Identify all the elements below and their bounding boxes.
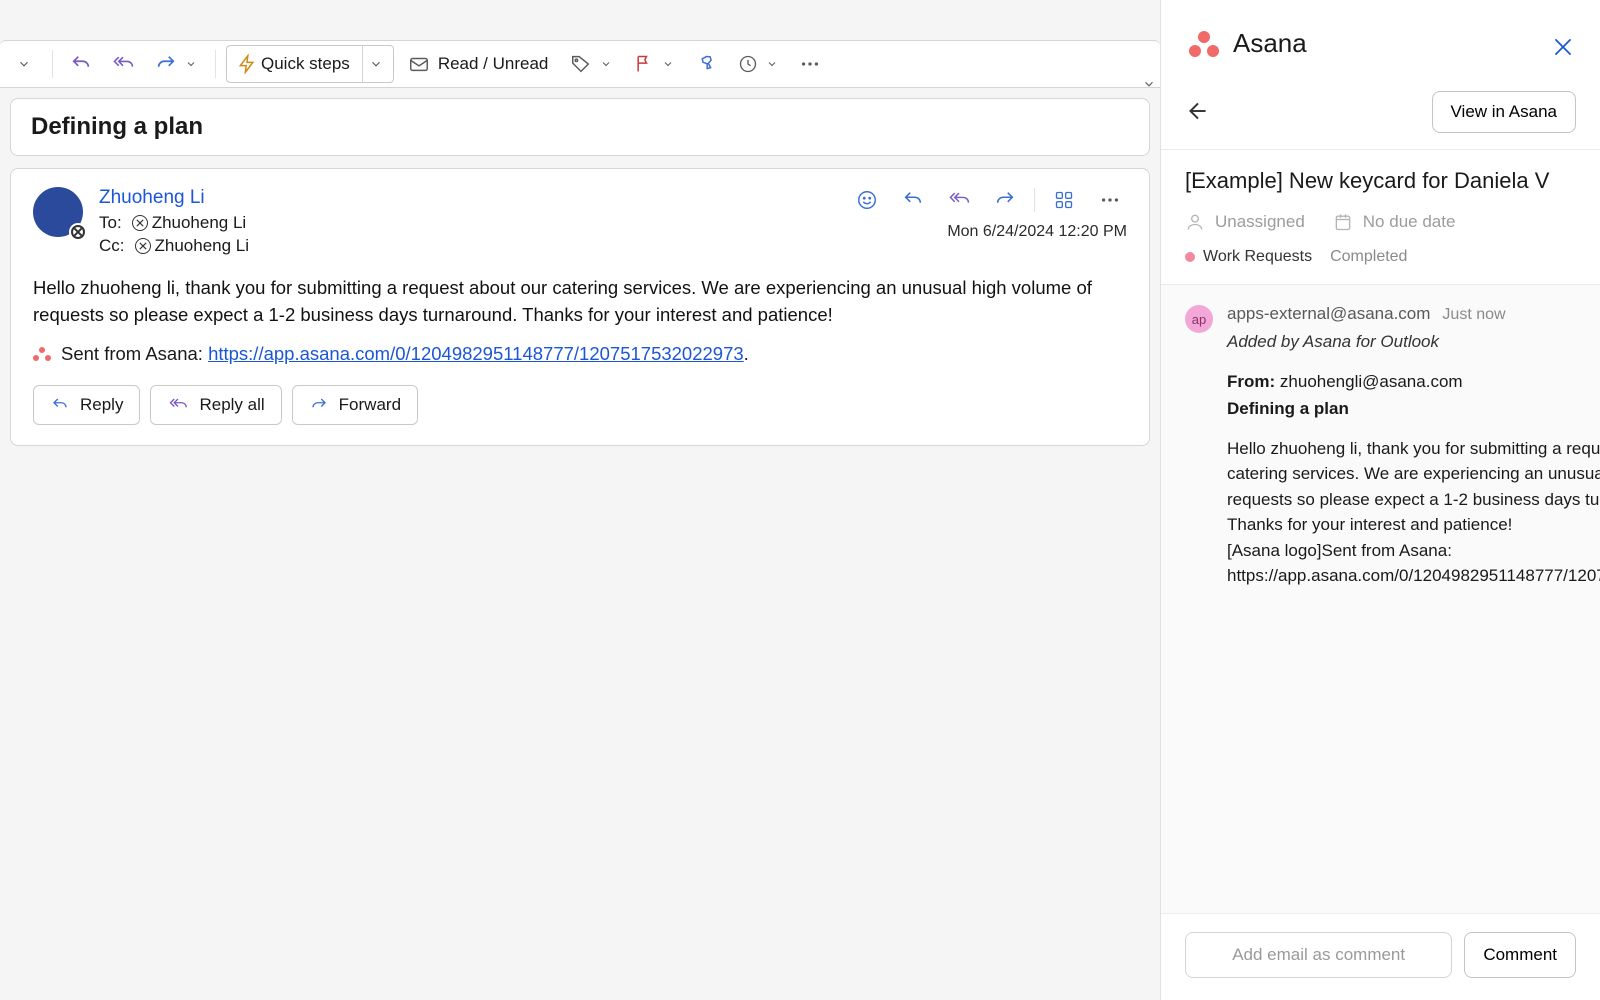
project-name: Work Requests [1203,248,1312,266]
chevron-down-icon[interactable] [362,46,389,82]
vertical-separator [1034,188,1035,212]
cc-recipient-name: Zhuoheng Li [155,236,250,256]
activity-added-by: Added by Asana for Outlook [1227,329,1600,355]
message-body: Hello zhuoheng li, thank you for submitt… [33,275,1127,329]
quick-steps-button[interactable]: Quick steps [226,45,394,83]
activity-from-label: From: [1227,372,1275,391]
toolbar-collapse-chevron[interactable] [1142,77,1156,91]
more-options-button[interactable] [1093,183,1127,217]
outlook-toolbar: Quick steps Read / Unread [0,40,1160,88]
more-options-button[interactable] [792,46,828,82]
react-button[interactable] [850,183,884,217]
project-color-icon [1185,252,1195,262]
cc-recipient-chip[interactable]: Zhuoheng Li [135,236,250,256]
reply-label: Reply [80,395,123,415]
message-footer-actions: Reply Reply all Forward [33,385,1127,425]
asana-logo-icon [33,347,51,361]
toolbar-overflow-left[interactable] [6,46,42,82]
project-badge[interactable]: Work Requests [1185,248,1312,266]
activity-subject: Defining a plan [1227,396,1600,422]
activity-from-value: zhuohengli@asana.com [1280,372,1463,391]
message-header: Zhuoheng Li To: Zhuoheng Li Cc: [33,187,1127,259]
asana-link[interactable]: https://app.asana.com/0/1204982951148777… [208,343,744,364]
activity-author: apps-external@asana.com [1227,301,1430,327]
outlook-reading-pane: Quick steps Read / Unread [0,0,1160,1000]
asana-addin-panel: Asana View in Asana [Example] New keycar… [1160,0,1600,1000]
snooze-button[interactable] [730,46,786,82]
forward-button[interactable] [988,183,1022,217]
asana-logo-icon [1189,31,1219,57]
close-panel-button[interactable] [1550,34,1576,60]
task-title[interactable]: [Example] New keycard for Daniela V [1185,168,1576,194]
assignee-label: Unassigned [1215,212,1305,232]
remove-recipient-icon[interactable] [135,238,151,254]
reply-button[interactable]: Reply [33,385,140,425]
pin-button[interactable] [688,46,724,82]
asana-brand-title: Asana [1233,28,1307,59]
reply-all-button[interactable]: Reply all [150,385,281,425]
apps-button[interactable] [1047,183,1081,217]
due-date-label: No due date [1363,212,1456,232]
flag-button[interactable] [626,46,682,82]
reply-all-button[interactable] [105,46,141,82]
forward-button[interactable] [147,46,205,82]
message-timestamp: Mon 6/24/2024 12:20 PM [947,223,1127,241]
comment-button[interactable]: Comment [1464,932,1576,978]
activity-time: Just now [1442,303,1505,327]
sender-avatar[interactable] [33,187,83,237]
to-recipient-chip[interactable]: Zhuoheng Li [132,213,247,233]
asana-panel-nav: View in Asana [1161,79,1600,150]
task-status[interactable]: Completed [1330,248,1407,266]
sent-from-asana-row: Sent from Asana: https://app.asana.com/0… [33,343,1127,365]
reply-button[interactable] [896,183,930,217]
tag-button[interactable] [562,46,620,82]
asana-panel-header: Asana [1161,0,1600,79]
remove-recipient-icon[interactable] [132,215,148,231]
toolbar-divider [215,50,216,78]
presence-offline-icon [71,225,85,239]
reply-button[interactable] [63,46,99,82]
to-label: To: [99,213,122,233]
reply-all-button[interactable] [942,183,976,217]
read-unread-button[interactable]: Read / Unread [400,46,557,82]
sent-from-period: . [744,343,749,364]
sent-from-prefix: Sent from Asana: [61,343,208,364]
read-unread-label: Read / Unread [438,54,549,74]
presence-badge [69,223,87,241]
activity-sent-line: [Asana logo]Sent from Asana: https://app… [1227,538,1600,589]
message-card: Zhuoheng Li To: Zhuoheng Li Cc: [10,168,1150,446]
back-button[interactable] [1185,98,1213,126]
add-email-as-comment-button[interactable]: Add email as comment [1185,932,1452,978]
forward-button[interactable]: Forward [292,385,418,425]
quick-steps-label: Quick steps [261,54,350,74]
cc-label: Cc: [99,236,125,256]
subject-bar: Defining a plan [10,98,1150,156]
toolbar-divider [52,50,53,78]
email-subject: Defining a plan [31,113,203,140]
to-recipient-name: Zhuoheng Li [152,213,247,233]
forward-label: Forward [339,395,401,415]
activity-item: ap apps-external@asana.com Just now Adde… [1185,301,1576,589]
asana-panel-footer: Add email as comment Comment [1161,913,1600,1000]
task-due-date[interactable]: No due date [1333,212,1456,232]
reply-all-label: Reply all [199,395,264,415]
view-in-asana-button[interactable]: View in Asana [1432,91,1576,133]
activity-avatar: ap [1185,305,1213,333]
message-quick-actions [850,183,1127,217]
asana-task-section: [Example] New keycard for Daniela V Unas… [1161,150,1600,285]
task-assignee[interactable]: Unassigned [1185,212,1305,232]
asana-activity-feed: ap apps-external@asana.com Just now Adde… [1161,285,1600,913]
activity-body: Hello zhuoheng li, thank you for submitt… [1227,436,1600,538]
